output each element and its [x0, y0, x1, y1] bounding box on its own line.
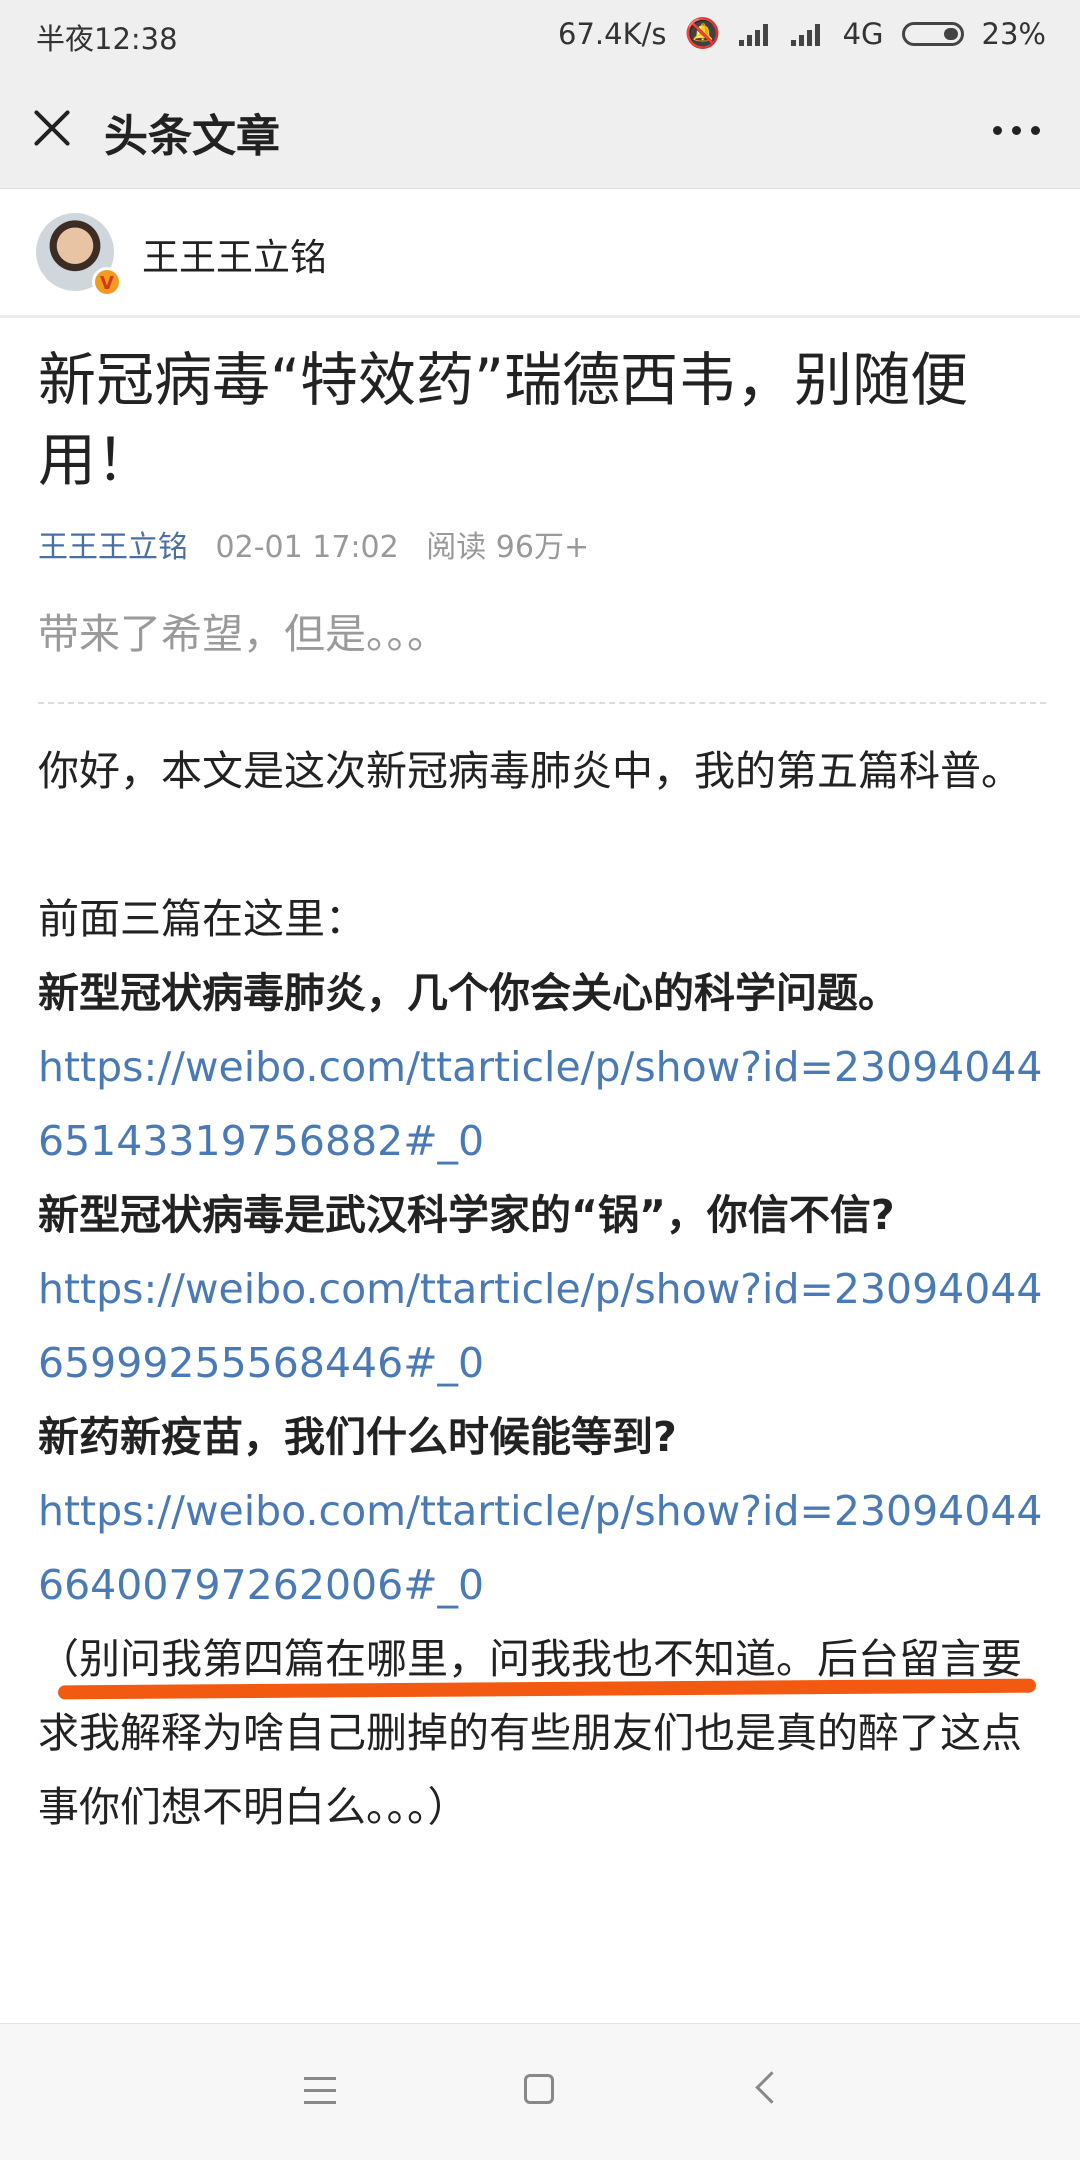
author-name[interactable]: 王王王立铭 — [142, 227, 327, 281]
divider — [38, 702, 1046, 704]
note-block: （别问我第四篇在哪里，问我我也不知道。后台留言要求我解释为啥自己删掉的有些朋友们… — [38, 1622, 1048, 1844]
menu-icon[interactable] — [304, 2077, 336, 2113]
item-title: 新型冠状病毒是武汉科学家的“锅”，你信不信? — [38, 1191, 895, 1239]
item-link[interactable]: https://weibo.com/ttarticle/p/show?id=23… — [38, 1474, 1048, 1622]
prev-heading: 前面三篇在这里： — [38, 895, 366, 943]
note-paragraph: （别问我第四篇在哪里，问我我也不知道。后台留言要求我解释为啥自己删掉的有些朋友们… — [38, 1635, 1022, 1831]
status-icons: 67.4K/s 🔕 4G 23% — [558, 16, 1046, 51]
mute-icon: 🔕 — [684, 16, 721, 50]
intro-paragraph: 你好，本文是这次新冠病毒肺炎中，我的第五篇科普。 — [38, 747, 1022, 795]
status-time: 半夜12:38 — [36, 22, 178, 56]
status-bar: 半夜12:38 67.4K/s 🔕 4G 23% — [0, 0, 1080, 68]
verified-badge-icon: V — [92, 267, 122, 297]
network-type: 4G — [842, 16, 884, 51]
item-title: 新型冠状病毒肺炎，几个你会关心的科学问题。 — [38, 969, 899, 1017]
meta-date: 02-01 17:02 — [215, 530, 399, 565]
author-bar[interactable]: V 王王王立铭 — [0, 189, 1080, 318]
meta-author[interactable]: 王王王立铭 — [38, 530, 188, 565]
item-title: 新药新疫苗，我们什么时候能等到? — [38, 1413, 677, 1461]
item-link[interactable]: https://weibo.com/ttarticle/p/show?id=23… — [38, 1030, 1048, 1178]
more-icon[interactable] — [993, 126, 1040, 135]
meta-reads: 阅读 96万+ — [426, 530, 590, 565]
system-nav-bar — [0, 2023, 1080, 2160]
network-speed: 67.4K/s — [558, 16, 667, 51]
article-title: 新冠病毒“特效药”瑞德西韦，别随便用！ — [38, 346, 969, 494]
home-icon[interactable] — [524, 2074, 554, 2104]
back-icon[interactable] — [755, 2071, 788, 2104]
article: 新冠病毒“特效药”瑞德西韦，别随便用！ 王王王立铭 02-01 17:02 阅读… — [38, 318, 1048, 1844]
page-title: 头条文章 — [104, 111, 280, 162]
signal-icon — [738, 22, 773, 46]
article-summary: 带来了希望，但是。。。 — [38, 610, 448, 658]
avatar[interactable]: V — [36, 213, 122, 297]
battery-level: 23% — [981, 16, 1046, 51]
close-icon[interactable] — [30, 106, 74, 150]
battery-icon — [901, 21, 964, 46]
signal-icon — [790, 22, 825, 46]
article-meta: 王王王立铭 02-01 17:02 阅读 96万+ — [38, 522, 1048, 566]
item-link[interactable]: https://weibo.com/ttarticle/p/show?id=23… — [38, 1252, 1048, 1400]
title-bar: 头条文章 — [0, 68, 1080, 189]
article-body: 你好，本文是这次新冠病毒肺炎中，我的第五篇科普。 前面三篇在这里： 新型冠状病毒… — [38, 734, 1048, 1844]
